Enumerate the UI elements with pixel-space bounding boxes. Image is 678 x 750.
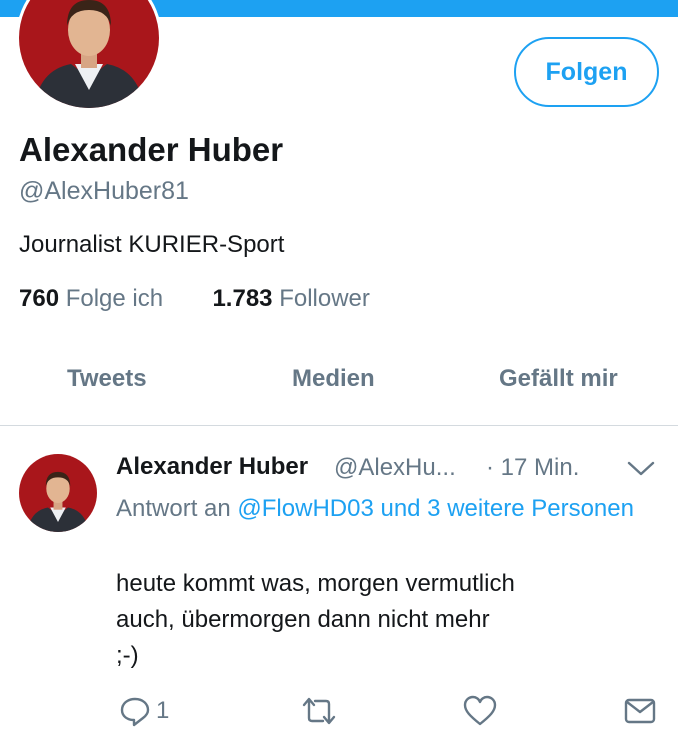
retweet-icon xyxy=(302,697,336,725)
reply-icon xyxy=(120,697,150,727)
chevron-down-icon[interactable] xyxy=(626,459,656,479)
followers-count: 1.783 xyxy=(212,285,273,312)
tweet-text-line: auch, übermorgen dann nicht mehr xyxy=(116,606,490,633)
profile-tabs: Tweets Medien Gefällt mir xyxy=(0,345,678,426)
tweet-avatar[interactable] xyxy=(19,454,97,532)
profile-bio: Journalist KURIER-Sport xyxy=(19,231,285,258)
reply-context: Antwort an @FlowHD03 und 3 weitere Perso… xyxy=(116,491,636,527)
reply-count: 1 xyxy=(156,697,170,724)
tab-likes[interactable]: Gefällt mir xyxy=(499,365,618,393)
tweet-author-handle[interactable]: @AlexHu... xyxy=(334,454,456,482)
following-count: 760 xyxy=(19,285,60,312)
following-label: Folge ich xyxy=(65,285,164,312)
reply-prefix: Antwort an xyxy=(116,495,231,522)
tweet-text-line: ;-) xyxy=(116,642,139,669)
like-button[interactable] xyxy=(462,693,498,729)
tweet-text: heute kommt was, morgen vermutlich auch,… xyxy=(116,566,636,674)
tab-media[interactable]: Medien xyxy=(292,365,375,393)
following-stat[interactable]: 760 Folge ich xyxy=(19,285,163,313)
retweet-button[interactable] xyxy=(300,693,338,729)
message-icon xyxy=(624,698,656,724)
tweet-author-name[interactable]: Alexander Huber xyxy=(116,453,308,481)
profile-name: Alexander Huber xyxy=(19,131,284,168)
tweet-text-line: heute kommt was, morgen vermutlich xyxy=(116,570,515,597)
reply-mentions[interactable]: @FlowHD03 und 3 weitere Personen xyxy=(237,495,634,522)
followers-stat[interactable]: 1.783 Follower xyxy=(212,285,369,313)
follow-button[interactable]: Folgen xyxy=(514,37,659,107)
tweet-timestamp[interactable]: · 17 Min. xyxy=(486,454,579,482)
profile-stats: 760 Folge ich 1.783 Follower xyxy=(19,285,370,313)
reply-button[interactable]: 1 xyxy=(118,693,169,729)
profile-handle: @AlexHuber81 xyxy=(19,177,189,205)
direct-message-button[interactable] xyxy=(623,693,657,729)
followers-label: Follower xyxy=(279,285,370,312)
tab-tweets[interactable]: Tweets xyxy=(67,365,147,393)
heart-icon xyxy=(463,695,497,726)
profile-avatar[interactable] xyxy=(16,0,162,111)
